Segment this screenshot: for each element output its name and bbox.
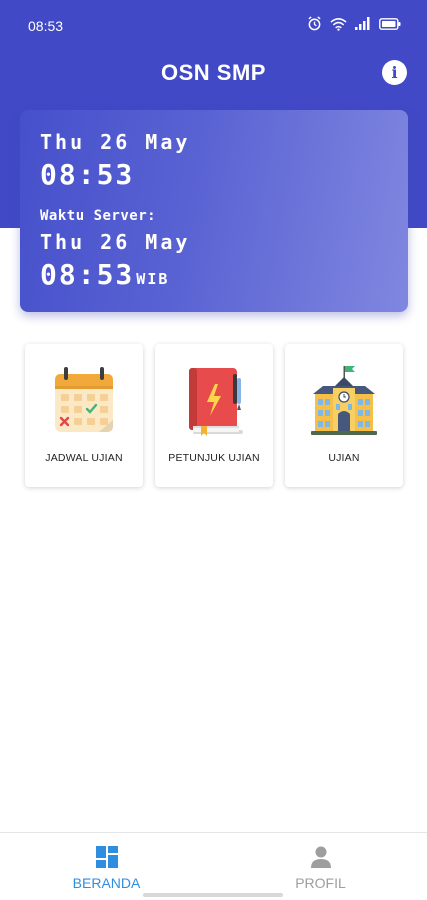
menu-label-jadwal-ujian: JADWAL UJIAN: [45, 452, 123, 464]
app-title: OSN SMP: [161, 60, 266, 85]
info-icon: i: [391, 63, 398, 82]
device-date: Thu 26 May: [40, 130, 191, 154]
nav-label-profil: PROFIL: [295, 875, 346, 891]
server-timezone: WIB: [136, 270, 170, 288]
server-date: Thu 26 May: [40, 230, 191, 254]
clock-card: Thu 26 May 08:53 Waktu Server: Thu 26 Ma…: [20, 110, 408, 312]
status-time: 08:53: [28, 18, 64, 34]
menu-card-petunjuk-ujian[interactable]: PETUNJUK UJIAN: [155, 344, 273, 487]
server-time-label: Waktu Server:: [40, 208, 157, 224]
dashboard-icon: [0, 845, 213, 869]
menu-label-ujian: UJIAN: [328, 452, 360, 464]
info-button[interactable]: i: [382, 60, 407, 85]
alarm-icon: [308, 16, 321, 31]
gesture-bar: [143, 893, 283, 897]
wifi-icon: [330, 17, 347, 31]
status-icons: [307, 16, 401, 31]
server-time: 08:53 WIB: [40, 258, 169, 291]
server-time-value: 08:53: [40, 258, 135, 291]
book-icon: [179, 364, 249, 438]
status-bar: 08:53: [0, 0, 427, 50]
menu-card-ujian[interactable]: UJIAN: [285, 344, 403, 487]
person-icon: [214, 845, 427, 869]
nav-item-beranda[interactable]: BERANDA: [0, 833, 213, 900]
device-time: 08:53: [40, 158, 135, 191]
signal-icon: [355, 17, 370, 30]
nav-label-beranda: BERANDA: [72, 875, 141, 891]
menu-card-jadwal-ujian[interactable]: JADWAL UJIAN: [25, 344, 143, 487]
school-building-icon: [309, 364, 379, 438]
bottom-navigation: BERANDA PROFIL: [0, 832, 427, 900]
menu-label-petunjuk-ujian: PETUNJUK UJIAN: [168, 452, 260, 464]
calendar-icon: [49, 364, 119, 438]
battery-icon: [379, 17, 401, 30]
nav-item-profil[interactable]: PROFIL: [214, 833, 427, 900]
